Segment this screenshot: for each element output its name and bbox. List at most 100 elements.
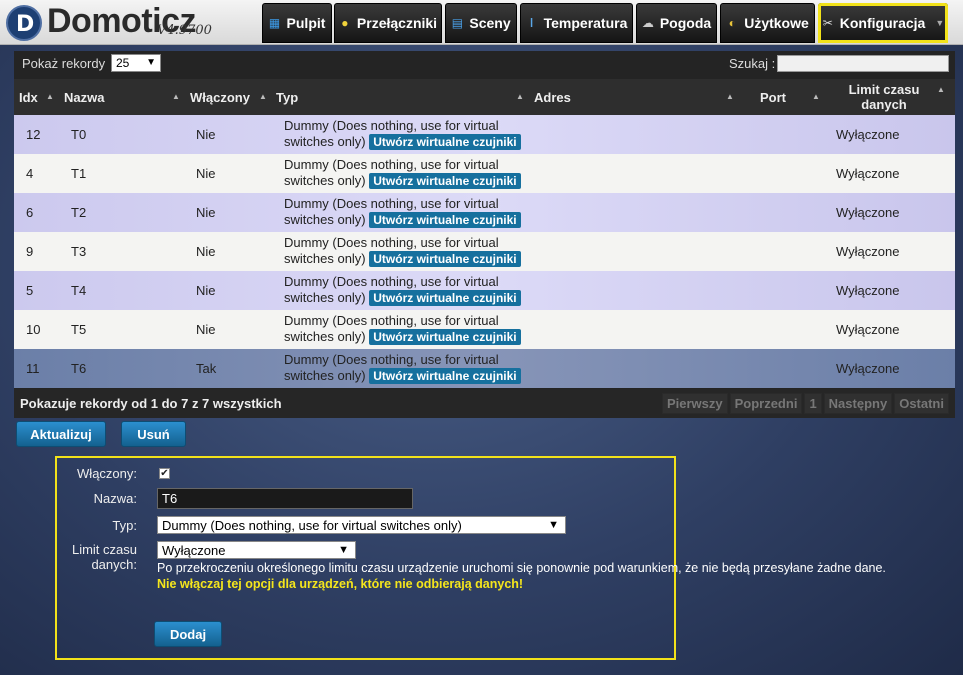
cell-idx: 6	[26, 205, 34, 220]
chevron-down-icon: ▼	[338, 544, 349, 556]
nav-uzytkowe[interactable]: ◐ Użytkowe	[720, 3, 815, 43]
create-virtual-sensors-button[interactable]: Utwórz wirtualne czujniki	[369, 290, 521, 306]
chevron-down-icon: ▼	[548, 519, 559, 531]
name-field[interactable]: T6	[157, 488, 413, 509]
col-nazwa[interactable]: Nazwa	[64, 79, 104, 115]
table-header: Idx ▲ Nazwa ▲ Włączony ▲ Typ ▲ Adres ▲ P…	[14, 79, 955, 115]
clapperboard-icon: ▤	[451, 16, 464, 30]
wrench-icon: ✂	[822, 16, 833, 30]
cell-type: Dummy (Does nothing, use for virtual swit…	[284, 196, 534, 235]
cell-name: T5	[71, 322, 87, 337]
table-row[interactable]: 5 T4 Nie Dummy (Does nothing, use for vi…	[14, 271, 955, 310]
nav-label: Przełączniki	[356, 15, 438, 31]
cell-timeout: Wyłączone	[836, 283, 900, 298]
nav-pulpit[interactable]: ▦ Pulpit	[262, 3, 332, 43]
nav-konfiguracja[interactable]: ✂ Konfiguracja ▼	[818, 3, 948, 43]
cell-idx: 4	[26, 166, 34, 181]
col-idx[interactable]: Idx	[19, 79, 38, 115]
nav-label: Pogoda	[659, 15, 712, 31]
type-select[interactable]: Dummy (Does nothing, use for virtual swi…	[157, 516, 566, 534]
cell-timeout: Wyłączone	[836, 205, 900, 220]
hardware-table-panel: Pokaż rekordy 25 ▼ Szukaj : Idx ▲ Nazwa …	[14, 51, 955, 418]
cell-idx: 5	[26, 283, 34, 298]
hardware-edit-form: Włączony: ✔ Nazwa: T6 Typ: Dummy (Does n…	[55, 456, 886, 660]
create-virtual-sensors-button[interactable]: Utwórz wirtualne czujniki	[369, 212, 521, 228]
show-records-label: Pokaż rekordy	[22, 56, 106, 71]
timeout-help-text: Po przekroczeniu określonego limitu czas…	[157, 561, 886, 575]
cell-type: Dummy (Does nothing, use for virtual swit…	[284, 352, 534, 391]
create-virtual-sensors-button[interactable]: Utwórz wirtualne czujniki	[369, 134, 521, 150]
col-limit[interactable]: Limit czasu danych	[834, 79, 934, 115]
nav-sceny[interactable]: ▤ Sceny	[445, 3, 517, 43]
cell-timeout: Wyłączone	[836, 322, 900, 337]
table-row[interactable]: 6 T2 Nie Dummy (Does nothing, use for vi…	[14, 193, 955, 232]
cell-enabled: Tak	[196, 361, 217, 376]
top-header: D Domoticz V4.9700 ▦ Pulpit ● Przełączni…	[0, 0, 963, 45]
lightbulb-icon: ●	[341, 16, 349, 30]
table-row-selected[interactable]: 11 T6 Tak Dummy (Does nothing, use for v…	[14, 349, 955, 388]
cell-idx: 10	[26, 322, 41, 337]
records-info: Pokazuje rekordy od 1 do 7 z 7 wszystkic…	[20, 396, 282, 411]
timeout-label: Limit czasu danych:	[71, 542, 137, 572]
col-wlaczony[interactable]: Włączony	[190, 79, 250, 115]
nav-pogoda[interactable]: ☁ Pogoda	[636, 3, 717, 43]
table-row[interactable]: 9 T3 Nie Dummy (Does nothing, use for vi…	[14, 232, 955, 271]
cell-name: T0	[71, 127, 87, 142]
page-first-button[interactable]: Pierwszy	[661, 393, 728, 414]
update-button[interactable]: Aktualizuj	[16, 421, 106, 447]
col-adres[interactable]: Adres	[534, 79, 571, 115]
table-row[interactable]: 12 T0 Nie Dummy (Does nothing, use for v…	[14, 115, 955, 154]
search-input[interactable]	[777, 55, 949, 72]
timeout-select[interactable]: Wyłączone ▼	[157, 541, 356, 559]
table-row[interactable]: 4 T1 Nie Dummy (Does nothing, use for vi…	[14, 154, 955, 193]
cell-type: Dummy (Does nothing, use for virtual swit…	[284, 313, 534, 352]
page-next-button[interactable]: Następny	[823, 393, 893, 414]
timeout-select-value: Wyłączone	[162, 543, 226, 558]
thermometer-icon: ǀ	[529, 16, 534, 30]
col-typ[interactable]: Typ	[276, 79, 298, 115]
cell-enabled: Nie	[196, 322, 216, 337]
nav-przelaczniki[interactable]: ● Przełączniki	[334, 3, 442, 43]
create-virtual-sensors-button[interactable]: Utwórz wirtualne czujniki	[369, 329, 521, 345]
type-select-value: Dummy (Does nothing, use for virtual swi…	[162, 518, 462, 533]
cell-name: T4	[71, 283, 87, 298]
cell-name: T6	[71, 361, 87, 376]
utility-icon: ◐	[728, 16, 736, 30]
cell-type: Dummy (Does nothing, use for virtual swit…	[284, 274, 534, 313]
page-last-button[interactable]: Ostatni	[894, 393, 949, 414]
cell-type: Dummy (Does nothing, use for virtual swit…	[284, 235, 534, 274]
type-label: Typ:	[112, 518, 137, 533]
cell-idx: 9	[26, 244, 34, 259]
cell-enabled: Nie	[196, 166, 216, 181]
create-virtual-sensors-button[interactable]: Utwórz wirtualne czujniki	[369, 173, 521, 189]
cell-name: T2	[71, 205, 87, 220]
create-virtual-sensors-button[interactable]: Utwórz wirtualne czujniki	[369, 368, 521, 384]
page-number-button[interactable]: 1	[804, 393, 822, 414]
cell-enabled: Nie	[196, 205, 216, 220]
col-port[interactable]: Port	[760, 79, 786, 115]
nav-temperatura[interactable]: ǀ Temperatura	[520, 3, 633, 43]
nav-label: Sceny	[469, 15, 511, 31]
cell-type: Dummy (Does nothing, use for virtual swit…	[284, 118, 534, 157]
page-prev-button[interactable]: Poprzedni	[729, 393, 803, 414]
cell-timeout: Wyłączone	[836, 244, 900, 259]
enabled-checkbox[interactable]: ✔	[159, 468, 170, 479]
page-size-select[interactable]: 25 ▼	[111, 54, 161, 72]
page-size-value: 25	[116, 56, 130, 70]
table-toolbar: Pokaż rekordy 25 ▼ Szukaj :	[14, 51, 955, 77]
cell-idx: 12	[26, 127, 41, 142]
delete-button[interactable]: Usuń	[121, 421, 186, 447]
chevron-down-icon: ▼	[935, 18, 945, 28]
cell-type: Dummy (Does nothing, use for virtual swit…	[284, 157, 534, 196]
nav-label: Pulpit	[286, 15, 326, 31]
add-button[interactable]: Dodaj	[154, 621, 222, 647]
cloud-icon: ☁	[641, 16, 654, 30]
table-row[interactable]: 10 T5 Nie Dummy (Does nothing, use for v…	[14, 310, 955, 349]
nav-label: Użytkowe	[744, 15, 809, 31]
pagination: Pierwszy Poprzedni 1 Następny Ostatni	[661, 393, 949, 414]
create-virtual-sensors-button[interactable]: Utwórz wirtualne czujniki	[369, 251, 521, 267]
cell-timeout: Wyłączone	[836, 166, 900, 181]
app-version: V4.9700	[157, 23, 212, 38]
cell-enabled: Nie	[196, 283, 216, 298]
timeout-warning-text: Nie włączaj tej opcji dla urządzeń, któr…	[157, 577, 524, 591]
